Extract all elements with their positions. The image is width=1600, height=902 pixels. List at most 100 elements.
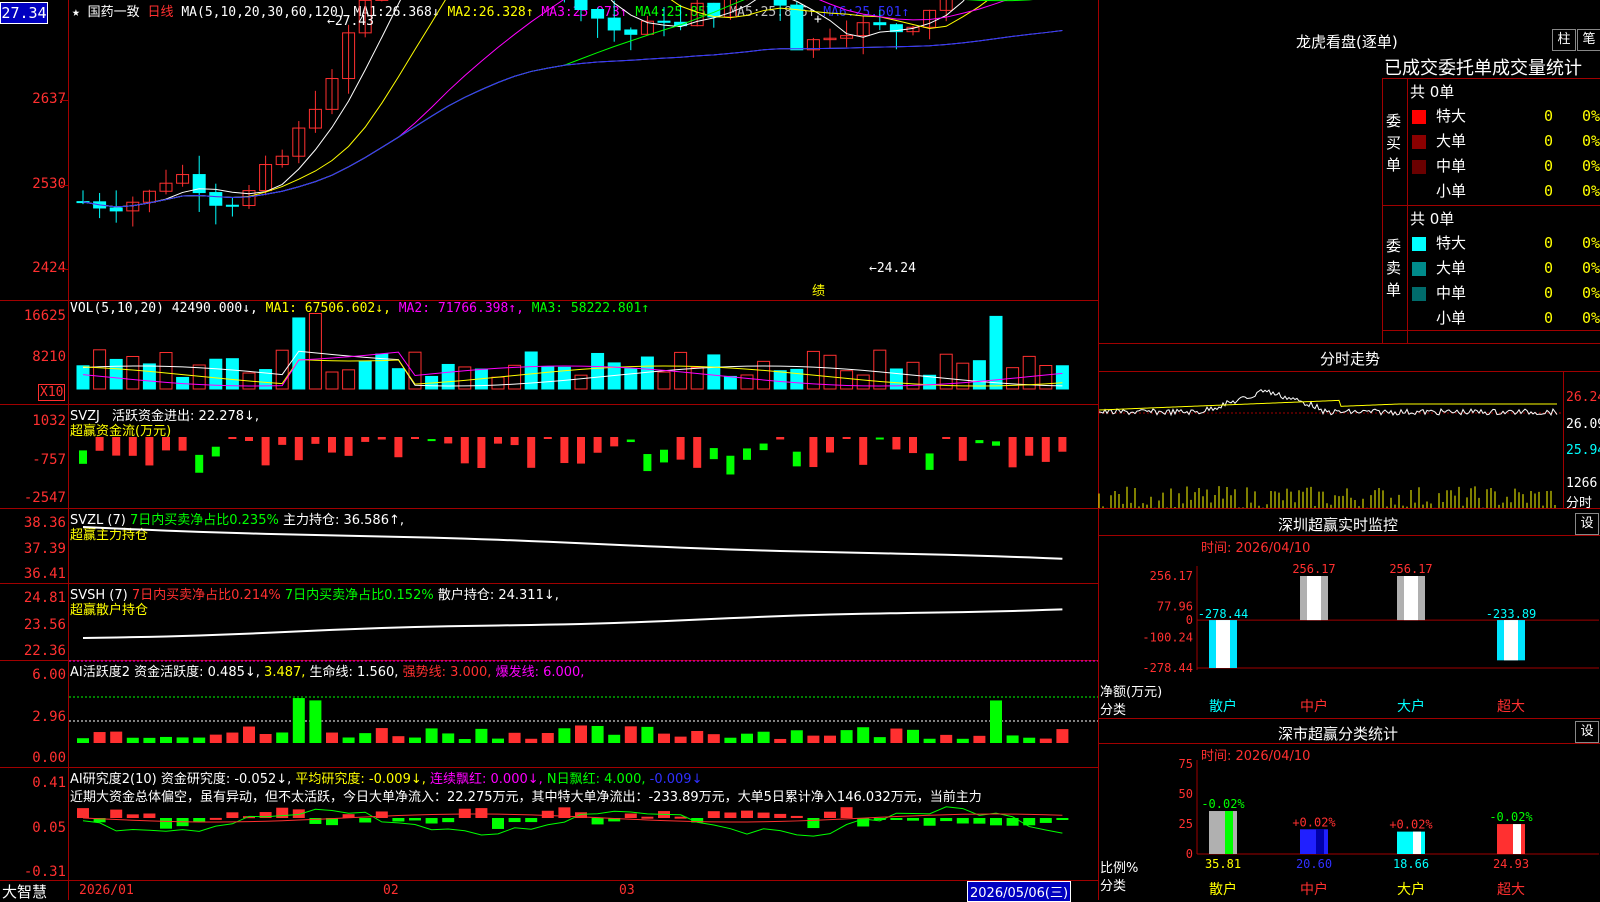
activity-bar (193, 738, 205, 743)
order-count: 0 (1544, 179, 1553, 204)
activity-bar (890, 729, 902, 743)
svzj-bar-chart[interactable] (69, 405, 1098, 508)
activity-bar (94, 732, 106, 743)
sell-orders-label: 委卖单 (1386, 235, 1404, 301)
color-swatch (1412, 110, 1426, 124)
activity-bar (675, 737, 687, 743)
sell-row: 大单00% (1410, 256, 1600, 281)
svzl-line-chart[interactable] (69, 509, 1098, 583)
activity-bar (226, 733, 238, 743)
research-bar (492, 818, 504, 829)
sell-row: 特大00% (1410, 231, 1600, 256)
order-pct: 0% (1582, 256, 1600, 281)
research-bar (791, 816, 803, 818)
candlestick-chart[interactable] (69, 0, 1098, 300)
high-annotation: ←27.43 (327, 14, 374, 29)
order-count: 0 (1544, 129, 1553, 154)
research-bar (392, 818, 404, 821)
svsh-line-chart[interactable] (69, 584, 1098, 660)
flow-bar (494, 437, 502, 444)
tick-view-button[interactable]: 笔 (1577, 29, 1600, 51)
flow-bar (1042, 437, 1050, 462)
monitor-axis-label: 256.17 (1150, 569, 1193, 583)
candle-down (774, 0, 786, 5)
classify-axis-label: 50 (1179, 787, 1193, 801)
research-bar (724, 812, 736, 818)
color-swatch (1412, 237, 1426, 251)
research-bar (741, 811, 753, 818)
research-bar (525, 818, 537, 822)
candle-down (226, 205, 238, 206)
activity-bar (807, 736, 819, 743)
avg-price-line (1099, 400, 1557, 410)
flow-bar (577, 437, 585, 464)
monitor-bar-highlight (1307, 576, 1321, 620)
research-bar (509, 818, 521, 822)
monitor-settings-button[interactable]: 设 (1575, 513, 1599, 535)
activity-bar (608, 735, 620, 743)
activity-bar (243, 727, 255, 743)
flow-bar (726, 456, 734, 475)
sep-xaxis (0, 880, 1098, 881)
classify-axis-label: 25 (1179, 817, 1193, 831)
volume-bar (675, 352, 687, 389)
intraday-chart[interactable] (1099, 372, 1563, 508)
classify-value-label: 20.60 (1296, 857, 1332, 871)
ai-activity-chart[interactable] (69, 661, 1098, 767)
volume-bar (990, 316, 1002, 389)
volume-chart[interactable] (69, 301, 1098, 404)
ma-line (83, 0, 1062, 207)
intraday-axis-label: 26.24 (1566, 390, 1600, 405)
buy-orders-table: 共 0单特大00%大单00%中单00%小单00% (1410, 80, 1600, 204)
classify-settings-button[interactable]: 设 (1575, 721, 1599, 743)
volume-bar (376, 354, 388, 389)
monitor-bar-chart[interactable]: 256.1777.960-100.24-278.44-278.44散户256.1… (1099, 536, 1600, 722)
candle-down (592, 9, 604, 18)
candle-down (791, 5, 803, 50)
svzl-axis-label: 37.39 (0, 541, 66, 557)
color-swatch (1412, 160, 1426, 174)
classify-change-label: -0.02% (1489, 810, 1533, 824)
classify-bar-highlight (1413, 832, 1421, 854)
flow-bar (394, 437, 402, 457)
volume-bar (841, 371, 853, 389)
research-bar (475, 808, 487, 818)
date-tick: 02 (383, 883, 399, 898)
volume-bar (293, 318, 305, 389)
classify-change-label: +0.02% (1389, 818, 1433, 832)
candle-down (575, 0, 587, 9)
classify-bar-chart[interactable]: 7550250-0.02%35.81散户+0.02%20.60中户+0.02%1… (1099, 744, 1600, 900)
activity-bar (210, 735, 222, 743)
flow-bar (1058, 437, 1066, 452)
svzl-axis-label: 36.41 (0, 566, 66, 582)
flow-bar (793, 452, 801, 467)
flow-bar (660, 450, 668, 463)
research-bar (210, 818, 222, 820)
volume-bar (492, 377, 504, 389)
monitor-value-label: -278.44 (1198, 607, 1249, 621)
classify-category-label: 超大 (1497, 882, 1525, 898)
flow-bar (760, 444, 768, 451)
classify-title: 深市超赢分类统计 (1278, 723, 1398, 744)
ai-research-chart[interactable] (69, 768, 1098, 880)
activity-bar (143, 738, 155, 743)
activity-bar (973, 736, 985, 743)
intraday-axis-label: 26.09 (1566, 417, 1600, 432)
flow-bar (262, 437, 270, 465)
flow-bar (859, 437, 867, 465)
flow-bar (477, 437, 485, 468)
activity-bar (426, 728, 438, 743)
earnings-marker[interactable]: 绩 (812, 280, 825, 299)
flow-bar (461, 437, 469, 463)
activity-bar (724, 738, 736, 743)
flow-bar (544, 437, 552, 439)
flow-bar (942, 437, 950, 439)
bar-view-button[interactable]: 柱 (1552, 29, 1576, 51)
order-count: 0 (1544, 281, 1553, 306)
order-count: 0 (1544, 306, 1553, 331)
flow-bar (992, 441, 1000, 445)
svzj-axis-label: -757 (0, 452, 66, 468)
flow-bar (909, 437, 917, 453)
monitor-axis-label: 0 (1186, 613, 1193, 627)
flow-bar (328, 437, 336, 453)
